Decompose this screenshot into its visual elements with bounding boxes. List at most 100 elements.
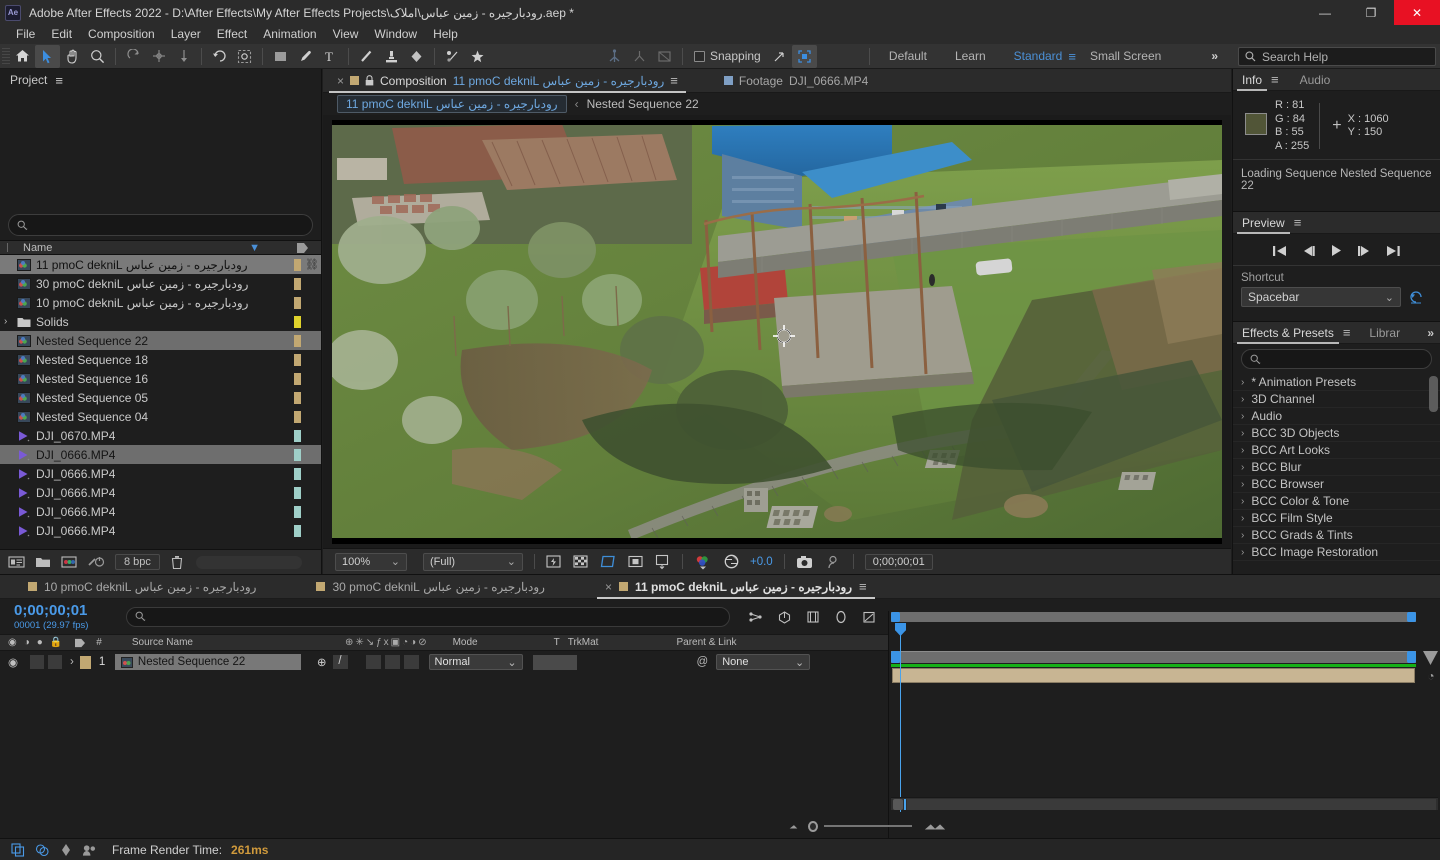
folder-expand-icon[interactable]: ›: [4, 316, 14, 327]
menu-window[interactable]: Window: [366, 25, 425, 44]
layer-solo-toggle[interactable]: [48, 655, 63, 669]
timeline-graph-area[interactable]: 00:00f00:15f01:00f01:15f02:00f02:15f03:0…: [789, 611, 1440, 838]
snapping-checkbox[interactable]: [694, 50, 705, 62]
layer-duration-bar[interactable]: [892, 668, 1415, 683]
project-list-item[interactable]: DJI_0666.MP4: [0, 502, 321, 521]
zoom-strip-range[interactable]: [907, 799, 1436, 810]
viewer-timecode[interactable]: 0;00;00;01: [864, 553, 933, 570]
transparency-grid-icon[interactable]: [573, 554, 588, 569]
chevron-right-icon[interactable]: ›: [1241, 462, 1244, 473]
project-list-item[interactable]: DJI_0666.MP4: [0, 464, 321, 483]
effects-category-item[interactable]: › BCC Grads & Tints: [1233, 527, 1440, 544]
project-list-item[interactable]: DJI_0666.MP4: [0, 483, 321, 502]
draft-3d-icon[interactable]: [777, 610, 792, 624]
menu-edit[interactable]: Edit: [43, 25, 80, 44]
clone-stamp-tool-icon[interactable]: [379, 45, 404, 68]
project-column-name[interactable]: Name: [23, 242, 52, 254]
new-folder-icon[interactable]: [35, 555, 51, 569]
tab-libraries[interactable]: Librar: [1360, 322, 1409, 344]
bit-depth-button[interactable]: 8 bpc: [115, 554, 160, 570]
previous-frame-icon[interactable]: [1301, 245, 1316, 257]
chevron-right-icon[interactable]: ›: [1241, 445, 1244, 456]
project-item-label-color[interactable]: [294, 467, 301, 480]
grid-guides-icon[interactable]: [655, 554, 671, 570]
tab-effects-presets[interactable]: Effects & Presets: [1233, 322, 1343, 344]
maximize-button[interactable]: ❐: [1348, 0, 1394, 25]
timeline-tab-comp-11[interactable]: × رودبارجیره - زمین عباس Linked Comp 11 …: [595, 575, 877, 599]
selection-tool-icon[interactable]: [35, 44, 60, 68]
tab-footage[interactable]: Footage DJI_0666.MP4: [716, 69, 876, 93]
minimize-button[interactable]: —: [1302, 0, 1348, 25]
project-footer-slider[interactable]: [195, 555, 302, 569]
rotate-ccw-icon[interactable]: [207, 45, 232, 68]
close-button[interactable]: ✕: [1394, 0, 1440, 25]
shy-layers-icon[interactable]: [34, 842, 49, 857]
project-list-item[interactable]: DJI_0666.MP4: [0, 445, 321, 464]
effects-category-item[interactable]: › Audio: [1233, 408, 1440, 425]
effects-overflow-icon[interactable]: »: [1427, 326, 1434, 340]
breadcrumb-nested-name[interactable]: Nested Sequence 22: [587, 97, 699, 111]
project-item-label-color[interactable]: [294, 429, 301, 442]
layer-mode-select[interactable]: Normal ⌄: [428, 654, 523, 670]
channels-icon[interactable]: [694, 554, 711, 570]
work-area-end-handle[interactable]: [1407, 612, 1416, 622]
effects-category-item[interactable]: › BCC Art Looks: [1233, 442, 1440, 459]
breadcrumb-comp-name[interactable]: رودبارجیره - زمین عباس Linked Comp 11: [337, 95, 567, 113]
delete-icon[interactable]: [170, 555, 184, 570]
project-list-item[interactable]: DJI_0666.MP4: [0, 521, 321, 540]
sort-arrow-icon[interactable]: ▼: [249, 242, 260, 254]
project-list-item[interactable]: رودبارجیره - زمین عباس Linked Comp 01: [0, 293, 321, 312]
first-frame-icon[interactable]: [1272, 245, 1287, 257]
toolbar-grip[interactable]: [2, 47, 10, 65]
project-list-item[interactable]: Nested Sequence 22: [0, 331, 321, 350]
exposure-value[interactable]: +0.0: [750, 556, 773, 568]
interpret-footage-icon[interactable]: [8, 555, 25, 569]
magnification-select[interactable]: 100% ⌄: [335, 552, 407, 571]
project-list-item[interactable]: Nested Sequence 05: [0, 388, 321, 407]
project-item-label-color[interactable]: [294, 448, 301, 461]
project-item-label-color[interactable]: [294, 410, 301, 423]
camera-3d-icon[interactable]: [602, 45, 627, 68]
effects-category-item[interactable]: › BCC Image Restoration: [1233, 544, 1440, 561]
layer-graph-toggle-icon[interactable]: ◔: [1424, 668, 1438, 683]
timeline-zoom-slider[interactable]: [788, 818, 948, 834]
tab-audio[interactable]: Audio: [1291, 69, 1340, 91]
resolution-select[interactable]: (Full) ⌄: [423, 552, 523, 571]
tab-composition[interactable]: × Composition رودبارجیره - زمین عباس Lin…: [329, 69, 686, 93]
project-tab-label[interactable]: Project: [10, 73, 47, 87]
shape-tool-icon[interactable]: [268, 45, 293, 68]
effects-category-item[interactable]: › BCC Browser: [1233, 476, 1440, 493]
effects-category-item[interactable]: › * Animation Presets: [1233, 374, 1440, 391]
anchor-point-tool-icon[interactable]: [146, 45, 171, 68]
zoom-slider-track[interactable]: [824, 825, 913, 827]
zoom-in-icon[interactable]: [924, 821, 948, 832]
layer-effects-switch[interactable]: [365, 655, 381, 669]
chevron-right-icon[interactable]: ›: [1241, 411, 1244, 422]
workspace-default[interactable]: Default: [875, 49, 941, 63]
layer-3d-switch[interactable]: ⊕: [317, 655, 327, 669]
show-snapshot-icon[interactable]: [825, 554, 842, 570]
chevron-right-icon[interactable]: ›: [1241, 530, 1244, 541]
chevron-right-icon[interactable]: ›: [1241, 496, 1244, 507]
project-panel-menu-icon[interactable]: ≡: [55, 73, 63, 88]
parent-pickwhip-icon[interactable]: @: [697, 656, 709, 668]
workspace-menu-icon[interactable]: ≡: [1068, 49, 1076, 64]
next-frame-icon[interactable]: [1357, 245, 1372, 257]
layer-audio-toggle[interactable]: [30, 655, 45, 669]
project-list-item[interactable]: رودبارجیره - زمین عباس Linked Comp 03: [0, 274, 321, 293]
effects-category-item[interactable]: › BCC Blur: [1233, 459, 1440, 476]
workspace-learn[interactable]: Learn: [941, 49, 1000, 63]
snapping-toggle[interactable]: Snapping: [694, 49, 761, 63]
work-strip-end-handle[interactable]: [1407, 651, 1416, 663]
take-snapshot-icon[interactable]: [796, 555, 813, 569]
preview-panel-menu-icon[interactable]: ≡: [1294, 215, 1302, 230]
lock-icon[interactable]: [365, 75, 374, 86]
auto-keyframe-icon[interactable]: [862, 610, 876, 624]
project-item-label-color[interactable]: [294, 353, 301, 366]
timeline-work-strip[interactable]: [891, 651, 1416, 663]
composition-tab-menu-icon[interactable]: ≡: [670, 73, 678, 88]
chevron-right-icon[interactable]: ›: [1241, 547, 1244, 558]
menu-effect[interactable]: Effect: [209, 25, 255, 44]
mode-header[interactable]: Mode: [453, 637, 478, 648]
effects-category-item[interactable]: › BCC 3D Objects: [1233, 425, 1440, 442]
